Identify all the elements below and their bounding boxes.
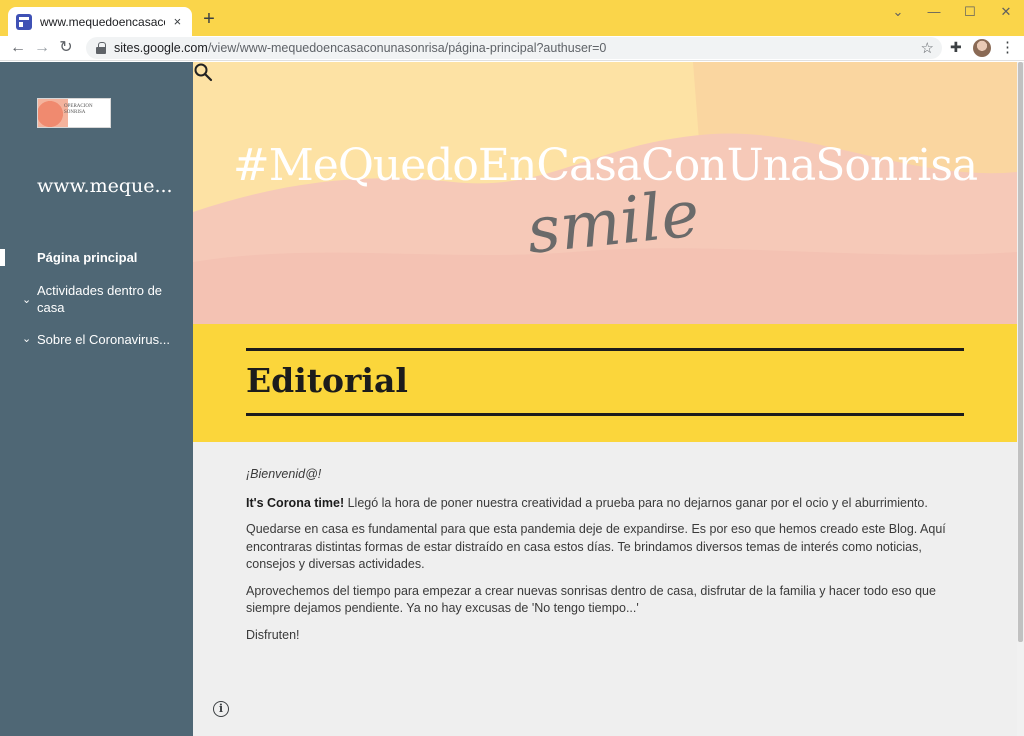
search-icon[interactable] (193, 62, 213, 82)
site-title[interactable]: www.meque... (37, 175, 173, 197)
forward-arrow-icon[interactable]: → (32, 38, 52, 58)
avatar[interactable] (973, 39, 991, 57)
main-content: #MeQuedoEnCasaConUnaSonrisa smile Editor… (193, 62, 1017, 736)
browser-titlebar: www.mequedoencasaconunasonrisa × + ⌄ — ☐… (0, 0, 1024, 36)
editorial-band: Editorial (193, 324, 1017, 442)
active-indicator (0, 249, 5, 266)
bottom-rule (246, 413, 964, 416)
hero-title: #MeQuedoEnCasaConUnaSonrisa (232, 140, 978, 191)
menu-icon[interactable]: ⋮ (1000, 38, 1015, 56)
star-icon[interactable]: ☆ (921, 39, 934, 57)
welcome-text: ¡Bienvenid@! (246, 467, 322, 481)
url-text: sites.google.com/view/www-mequedoencasac… (114, 41, 607, 55)
sidebar-item-activities[interactable]: Actividades dentro de casa (37, 282, 177, 316)
site-sidebar: OPERACION SONRISA www.meque... Página pr… (0, 62, 193, 736)
paragraph-3: Aprovechemos del tiempo para empezar a c… (246, 583, 936, 616)
browser-toolbar: ← → ↻ sites.google.com/view/www-mequedoe… (0, 36, 1024, 61)
top-rule (246, 348, 964, 351)
paragraph-1-rest: Llegó la hora de poner nuestra creativid… (344, 495, 928, 510)
tab-search-button[interactable]: ⌄ (880, 0, 916, 26)
chevron-down-icon[interactable]: ⌄ (22, 293, 31, 306)
paragraph-2: Quedarse en casa es fundamental para que… (246, 522, 946, 571)
info-icon[interactable]: i (213, 701, 229, 717)
minimize-button[interactable]: — (916, 0, 952, 26)
chevron-down-icon[interactable]: ⌄ (22, 332, 31, 345)
hero-banner: #MeQuedoEnCasaConUnaSonrisa smile (193, 62, 1017, 324)
scrollbar-thumb[interactable] (1018, 62, 1023, 642)
paragraph-4: Disfruten! (246, 627, 300, 642)
tab-close-button[interactable]: × (171, 14, 184, 29)
reload-icon[interactable]: ↻ (56, 38, 76, 58)
logo-text: OPERACION SONRISA (64, 104, 93, 115)
article-body: ¡Bienvenid@! It's Corona time! Llegó la … (246, 466, 964, 653)
site-logo[interactable]: OPERACION SONRISA (37, 98, 111, 128)
sidebar-item-coronavirus[interactable]: Sobre el Coronavirus... (37, 331, 170, 348)
new-tab-button[interactable]: + (198, 8, 220, 30)
sidebar-item-home[interactable]: Página principal (37, 249, 137, 266)
paragraph-1: It's Corona time! Llegó la hora de poner… (246, 495, 964, 513)
page-scrollbar[interactable] (1017, 62, 1024, 736)
paragraph-1-bold: It's Corona time! (246, 495, 345, 510)
address-bar[interactable]: sites.google.com/view/www-mequedoencasac… (86, 37, 942, 59)
section-heading: Editorial (246, 361, 408, 400)
extensions-icon[interactable]: ✚ (950, 39, 962, 56)
browser-tab[interactable]: www.mequedoencasaconunasonrisa × (8, 7, 192, 36)
page-favicon-icon (16, 13, 32, 30)
maximize-button[interactable]: ☐ (952, 0, 988, 26)
back-arrow-icon[interactable]: ← (8, 38, 28, 58)
tab-title: www.mequedoencasaconunasonrisa (40, 14, 165, 29)
close-window-button[interactable]: ✕ (988, 0, 1024, 26)
lock-icon[interactable] (96, 42, 106, 54)
